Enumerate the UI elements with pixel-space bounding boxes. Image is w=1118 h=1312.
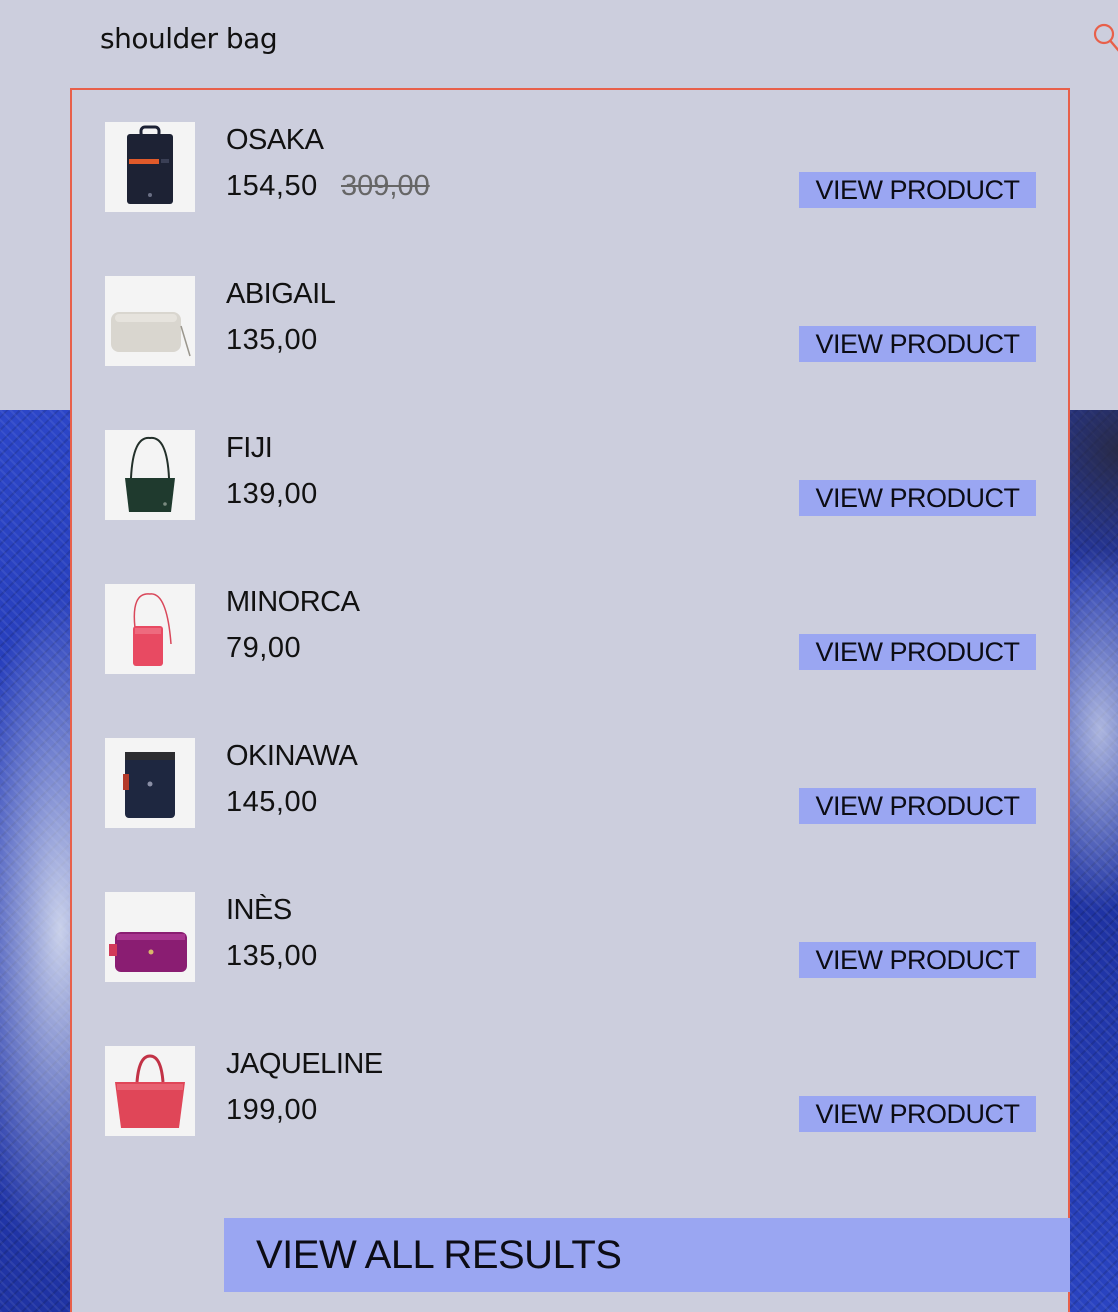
- product-thumbnail[interactable]: [105, 1046, 195, 1136]
- view-product-button[interactable]: VIEW PRODUCT: [799, 172, 1036, 208]
- product-price: 154,50: [226, 170, 318, 202]
- product-thumbnail[interactable]: [105, 738, 195, 828]
- result-item[interactable]: MINORCA 79,00 VIEW PRODUCT: [105, 584, 1040, 676]
- search-icon[interactable]: [1092, 22, 1118, 54]
- product-name[interactable]: MINORCA: [226, 586, 360, 619]
- result-item[interactable]: OSAKA 154,50 309,00 VIEW PRODUCT: [105, 122, 1040, 214]
- product-price: 79,00: [226, 632, 302, 664]
- product-price: 199,00: [226, 1094, 318, 1126]
- view-product-button[interactable]: VIEW PRODUCT: [799, 480, 1036, 516]
- product-price: 135,00: [226, 324, 318, 356]
- product-thumbnail[interactable]: [105, 276, 195, 366]
- result-item[interactable]: FIJI 139,00 VIEW PRODUCT: [105, 430, 1040, 522]
- product-thumbnail[interactable]: [105, 430, 195, 520]
- product-price: 145,00: [226, 786, 318, 818]
- product-thumbnail[interactable]: [105, 122, 195, 212]
- product-price: 139,00: [226, 478, 318, 510]
- view-product-button[interactable]: VIEW PRODUCT: [799, 1096, 1036, 1132]
- product-name[interactable]: JAQUELINE: [226, 1048, 383, 1081]
- product-name[interactable]: ABIGAIL: [226, 278, 336, 311]
- product-name[interactable]: OKINAWA: [226, 740, 358, 773]
- result-item[interactable]: ABIGAIL 135,00 VIEW PRODUCT: [105, 276, 1040, 368]
- product-thumbnail[interactable]: [105, 584, 195, 674]
- product-name[interactable]: FIJI: [226, 432, 273, 465]
- result-item[interactable]: INÈS 135,00 VIEW PRODUCT: [105, 892, 1040, 984]
- product-thumbnail[interactable]: [105, 892, 195, 982]
- product-name[interactable]: OSAKA: [226, 124, 324, 157]
- result-item[interactable]: JAQUELINE 199,00 VIEW PRODUCT: [105, 1046, 1040, 1138]
- result-item[interactable]: OKINAWA 145,00 VIEW PRODUCT: [105, 738, 1040, 830]
- product-name[interactable]: INÈS: [226, 894, 292, 927]
- view-product-button[interactable]: VIEW PRODUCT: [799, 942, 1036, 978]
- view-product-button[interactable]: VIEW PRODUCT: [799, 788, 1036, 824]
- product-old-price: 309,00: [341, 170, 430, 202]
- search-results-dropdown: OSAKA 154,50 309,00 VIEW PRODUCT ABIGAIL…: [70, 88, 1070, 1312]
- view-product-button[interactable]: VIEW PRODUCT: [799, 326, 1036, 362]
- view-product-button[interactable]: VIEW PRODUCT: [799, 634, 1036, 670]
- view-all-results-button[interactable]: VIEW ALL RESULTS: [224, 1218, 1070, 1292]
- search-input[interactable]: [100, 14, 1000, 62]
- product-price: 135,00: [226, 940, 318, 972]
